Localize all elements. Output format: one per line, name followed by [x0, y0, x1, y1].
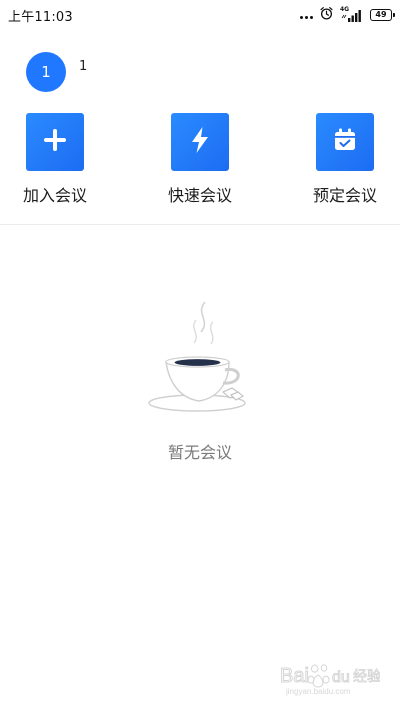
quick-meeting-label: 快速会议: [167, 186, 232, 205]
schedule-meeting-label: 预定会议: [312, 186, 377, 205]
signal-icon: 4G: [340, 6, 364, 23]
lightning-icon: [186, 125, 214, 159]
plus-icon: [43, 128, 67, 156]
join-meeting-icon-tile[interactable]: [26, 113, 84, 171]
join-meeting-button[interactable]: 加入会议: [10, 113, 100, 213]
status-icons: 4G 49: [300, 6, 395, 25]
coffee-cup-icon: [145, 292, 255, 424]
svg-text:经验: 经验: [353, 669, 380, 685]
schedule-meeting-button[interactable]: 预定会议: [300, 113, 390, 213]
network-label: 4G: [340, 6, 350, 13]
svg-text:du: du: [332, 669, 350, 686]
schedule-meeting-icon-tile[interactable]: [316, 113, 374, 171]
svg-text:Bai: Bai: [280, 665, 309, 687]
empty-state-message: 暂无会议: [167, 443, 232, 462]
status-bar: 上午11:03 4G 49: [0, 0, 400, 30]
more-dots-icon: [300, 15, 313, 19]
watermark-logo: Bai du 经验 jingyan.baidu.com: [280, 657, 381, 697]
calendar-check-icon: [330, 125, 360, 159]
user-row[interactable]: 1 1: [26, 52, 146, 92]
battery-icon: 49: [370, 9, 395, 21]
avatar[interactable]: 1: [26, 52, 66, 92]
join-meeting-label: 加入会议: [22, 186, 87, 205]
user-name: 1: [79, 59, 88, 74]
quick-meeting-icon-tile[interactable]: [171, 113, 229, 171]
battery-level: 49: [375, 10, 387, 19]
meeting-actions: 加入会议 快速会议 预定会议: [0, 113, 400, 213]
section-divider: [0, 224, 400, 225]
status-time: 上午11:03: [8, 10, 73, 25]
quick-meeting-button[interactable]: 快速会议: [155, 113, 245, 213]
alarm-icon: [319, 6, 334, 25]
app-screen: 上午11:03 4G 49 1 1 加入会议 快速会议 预定会议 暂无会议 Ba…: [0, 0, 400, 711]
svg-text:jingyan.baidu.com: jingyan.baidu.com: [285, 687, 351, 696]
